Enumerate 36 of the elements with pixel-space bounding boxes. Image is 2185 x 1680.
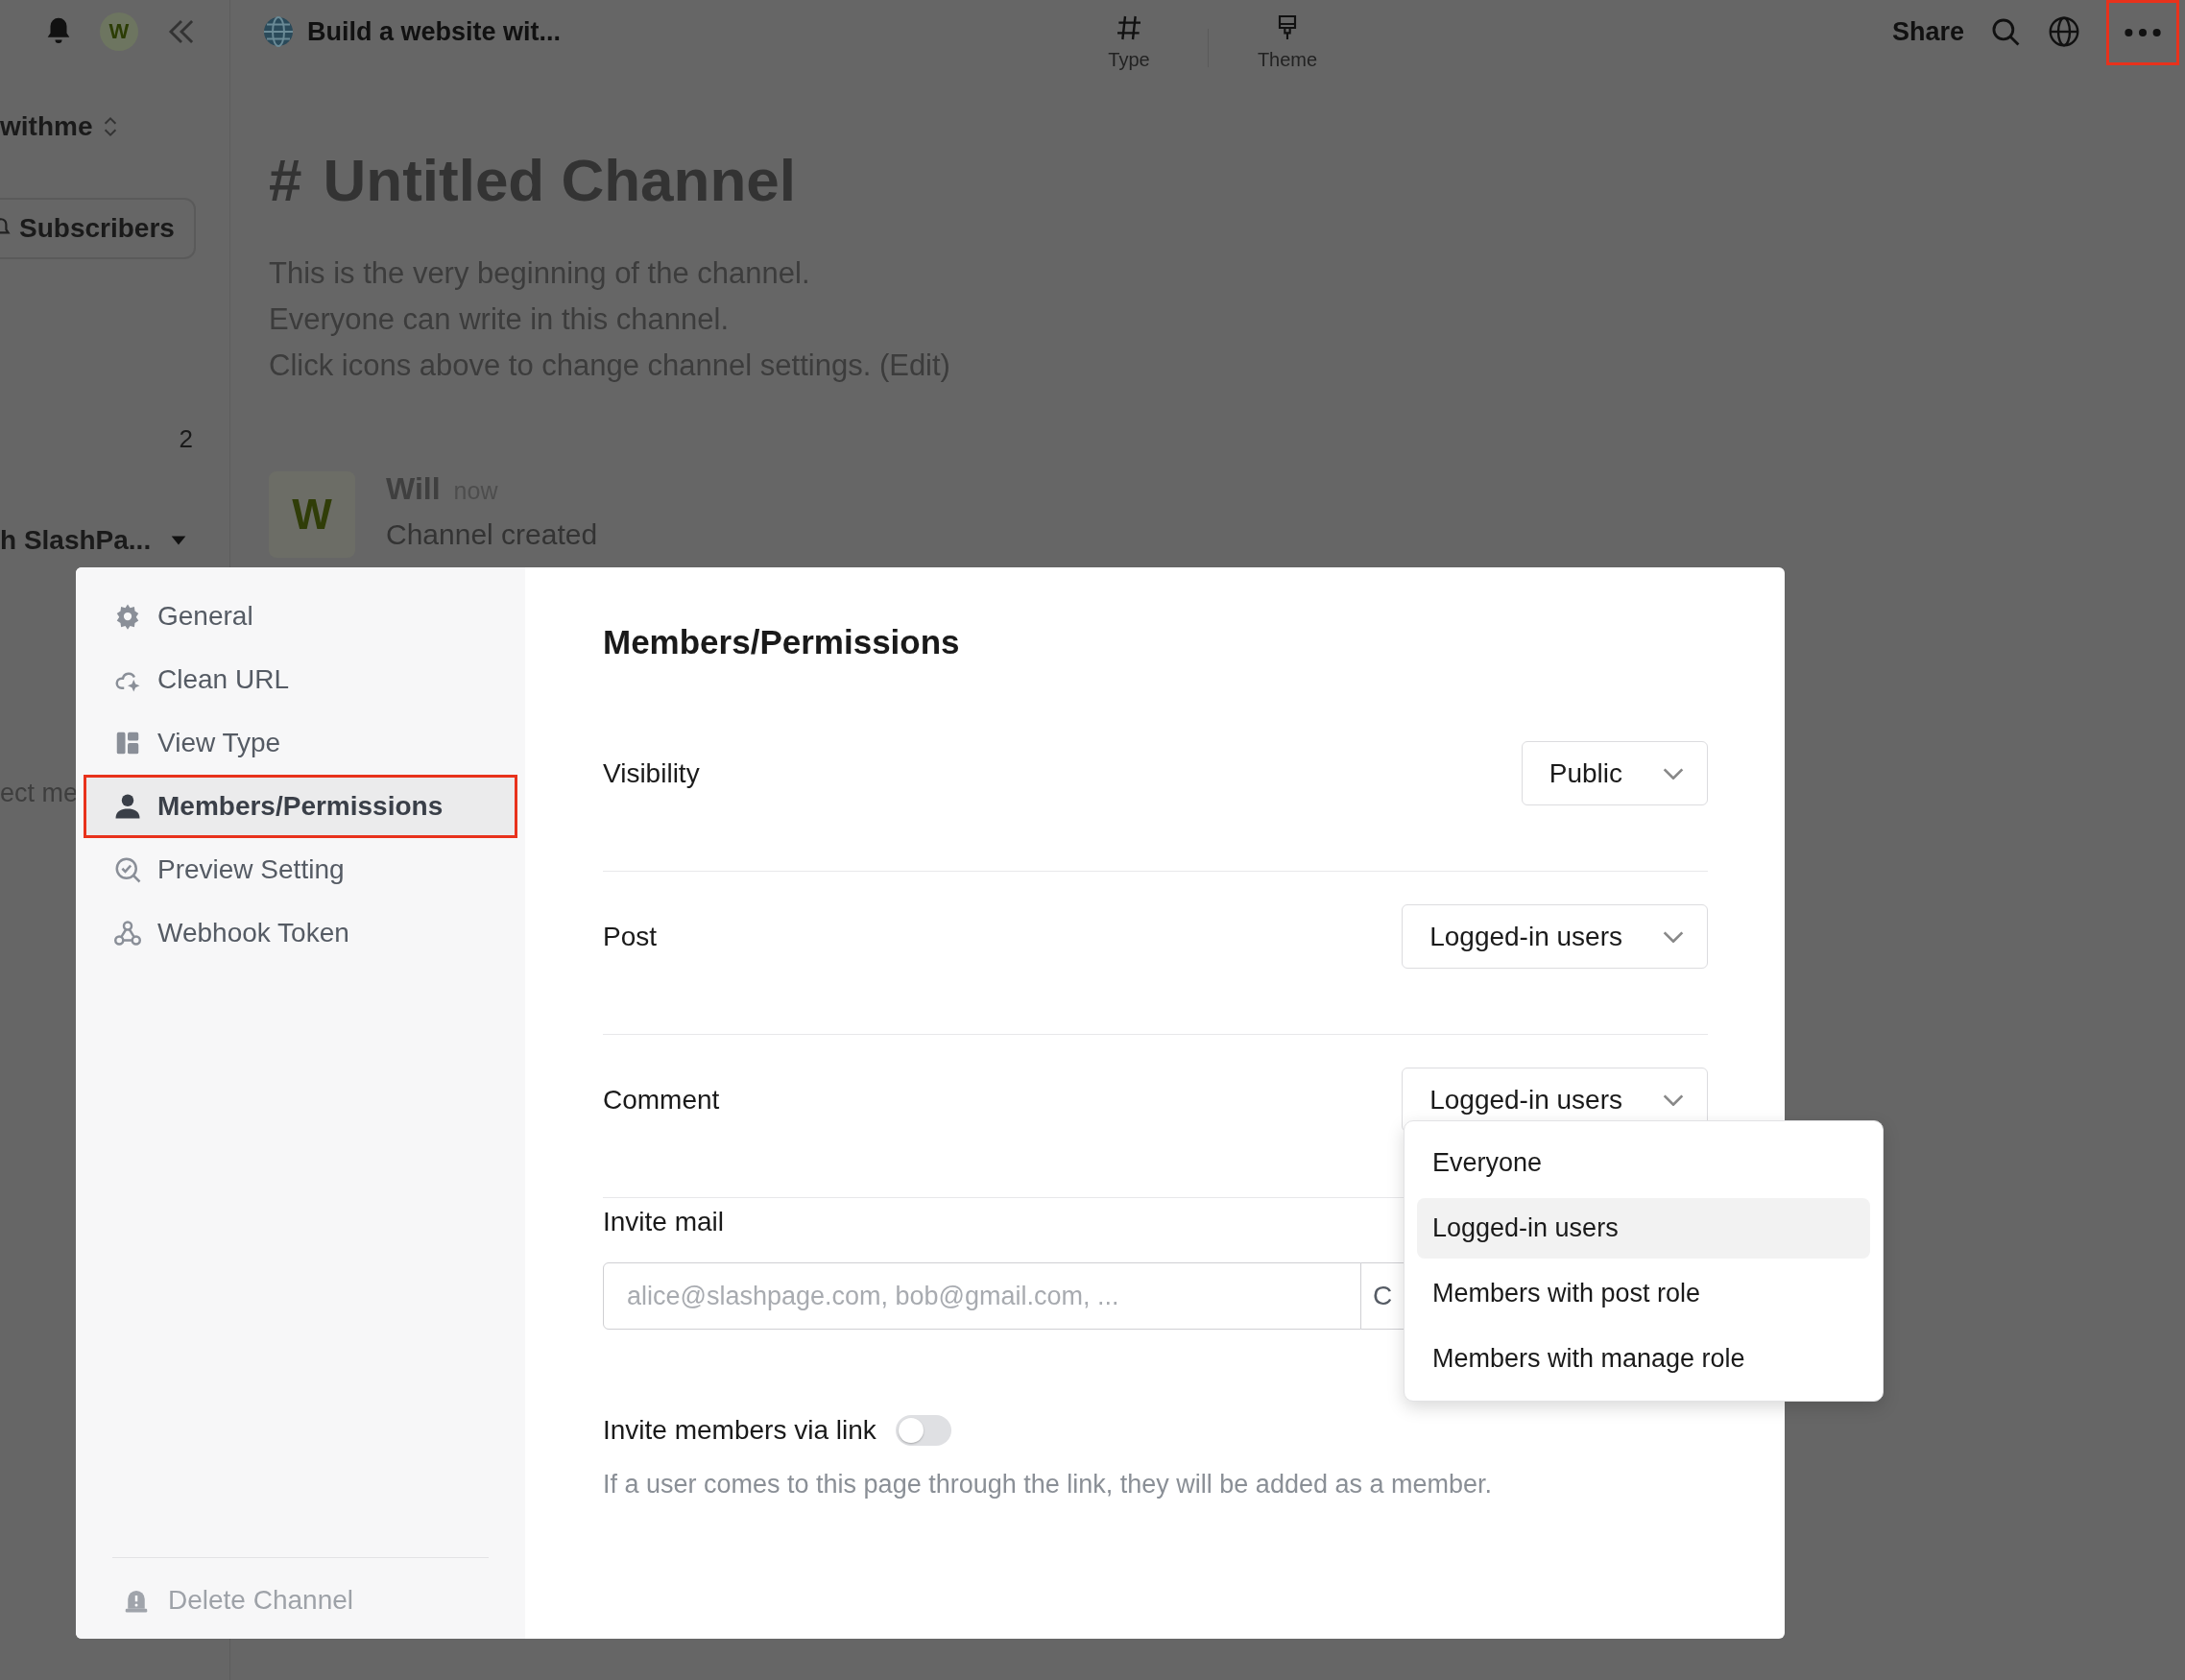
settings-menu-item[interactable]: Clean URL [84, 648, 517, 711]
setting-label: Post [603, 921, 658, 952]
toggle-label: Invite members via link [603, 1415, 876, 1446]
setting-label: Comment [603, 1084, 720, 1116]
globe-icon [261, 14, 296, 49]
dropdown-option[interactable]: Logged-in users [1417, 1198, 1870, 1259]
count-label: 2 [179, 424, 193, 454]
dropdown-option[interactable]: Everyone [1417, 1133, 1870, 1193]
hash-symbol: # [269, 146, 302, 214]
hint-text: If a user comes to this page through the link, they will be added as a member. [603, 1470, 1493, 1500]
page-title: Build a website wit... [307, 16, 562, 47]
chevron-down-icon [1663, 1093, 1684, 1106]
select-dropdown[interactable]: Logged-in users [1402, 904, 1708, 969]
settings-menu-item[interactable]: Preview Setting [84, 838, 517, 901]
toggle-switch[interactable] [895, 1415, 951, 1446]
setting-label: Visibility [603, 757, 700, 789]
preview-check-icon [113, 855, 142, 884]
settings-menu-item[interactable]: View Type [84, 711, 517, 775]
field-label: Invite mail [603, 1207, 725, 1237]
email-input-field[interactable]: alice@slashpage.com, bob@gmail.com, ... [603, 1262, 1361, 1330]
dropdown-option[interactable]: Members with manage role [1417, 1329, 1870, 1389]
person-icon [113, 792, 142, 821]
webhook-icon [113, 919, 142, 948]
section-heading: Members/Permissions [603, 623, 961, 661]
select-dropdown[interactable]: Public [1521, 741, 1708, 805]
chevron-down-icon [1663, 930, 1684, 943]
globe-icon[interactable] [2047, 14, 2081, 49]
chevron-down-icon [1663, 767, 1684, 780]
settings-menu-item[interactable]: Webhook Token [84, 901, 517, 965]
author-avatar: W [269, 471, 355, 558]
more-button[interactable] [2106, 0, 2179, 65]
dropdown-option[interactable]: Members with post role [1417, 1263, 1870, 1324]
share-button[interactable]: Share [1891, 16, 1964, 47]
more-icon [2125, 28, 2161, 37]
settings-menu-item[interactable]: General [84, 585, 517, 648]
settings-menu-item[interactable]: Members/Permissions [84, 775, 517, 838]
